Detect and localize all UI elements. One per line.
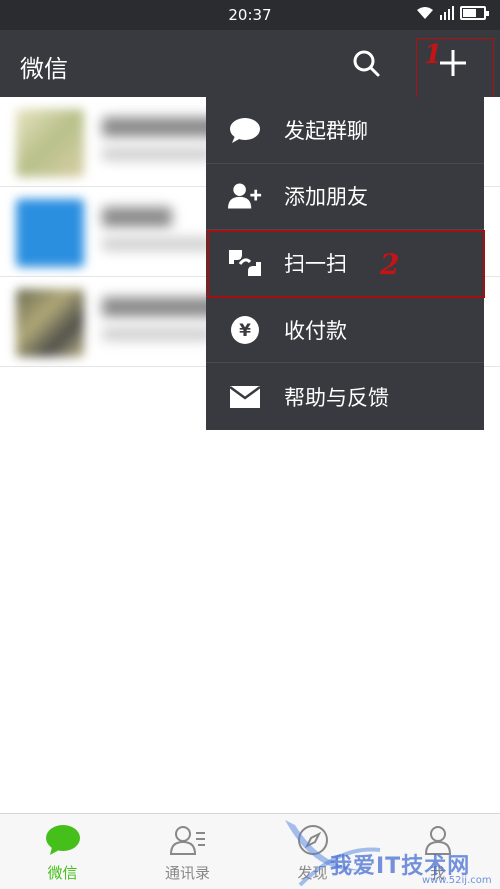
svg-text:¥: ¥ <box>239 321 251 341</box>
annotation-number-2: 2 <box>380 248 400 281</box>
menu-item-label: 添加朋友 <box>284 185 368 210</box>
chat-preview-blurred <box>102 237 212 251</box>
tab-contacts[interactable]: 通讯录 <box>125 814 250 889</box>
tab-label: 发现 <box>297 864 328 882</box>
avatar <box>16 199 84 267</box>
status-bar: 20:37 <box>0 0 500 30</box>
chat-preview-blurred <box>102 147 212 161</box>
mail-icon <box>228 380 262 414</box>
chat-bubble-icon <box>228 113 262 147</box>
menu-item-group-chat[interactable]: 发起群聊 <box>206 97 484 164</box>
menu-item-label: 发起群聊 <box>284 118 368 143</box>
chats-icon <box>45 825 80 855</box>
signal-icon <box>440 6 454 20</box>
annotation-number-1: 1 <box>424 40 443 70</box>
menu-item-label: 帮助与反馈 <box>284 385 389 410</box>
chat-name-blurred <box>102 207 172 227</box>
tab-label: 微信 <box>47 864 78 882</box>
discover-icon <box>297 825 328 855</box>
tab-label: 我 <box>429 864 445 882</box>
menu-item-payment[interactable]: ¥ 收付款 <box>206 297 484 364</box>
menu-item-help-feedback[interactable]: 帮助与反馈 <box>206 363 484 430</box>
bottom-tab-bar: 微信 通讯录 发现 我 <box>0 813 500 889</box>
menu-item-add-friend[interactable]: 添加朋友 <box>206 164 484 231</box>
chat-preview-blurred <box>102 327 212 341</box>
tab-label: 通讯录 <box>164 864 210 882</box>
me-icon <box>424 826 451 855</box>
status-icons <box>416 6 489 20</box>
search-icon[interactable] <box>351 48 381 78</box>
tab-discover[interactable]: 发现 <box>250 814 375 889</box>
annotation-box-2 <box>207 230 485 298</box>
page-title: 微信 <box>20 55 68 83</box>
contacts-icon <box>169 826 205 855</box>
tab-chats[interactable]: 微信 <box>0 814 125 889</box>
avatar <box>16 109 84 177</box>
avatar <box>16 289 84 357</box>
payment-icon: ¥ <box>228 313 262 347</box>
battery-icon <box>460 6 489 20</box>
tab-me[interactable]: 我 <box>375 814 500 889</box>
wifi-icon <box>417 7 433 19</box>
menu-item-label: 收付款 <box>284 318 347 343</box>
add-friend-icon <box>228 179 262 213</box>
